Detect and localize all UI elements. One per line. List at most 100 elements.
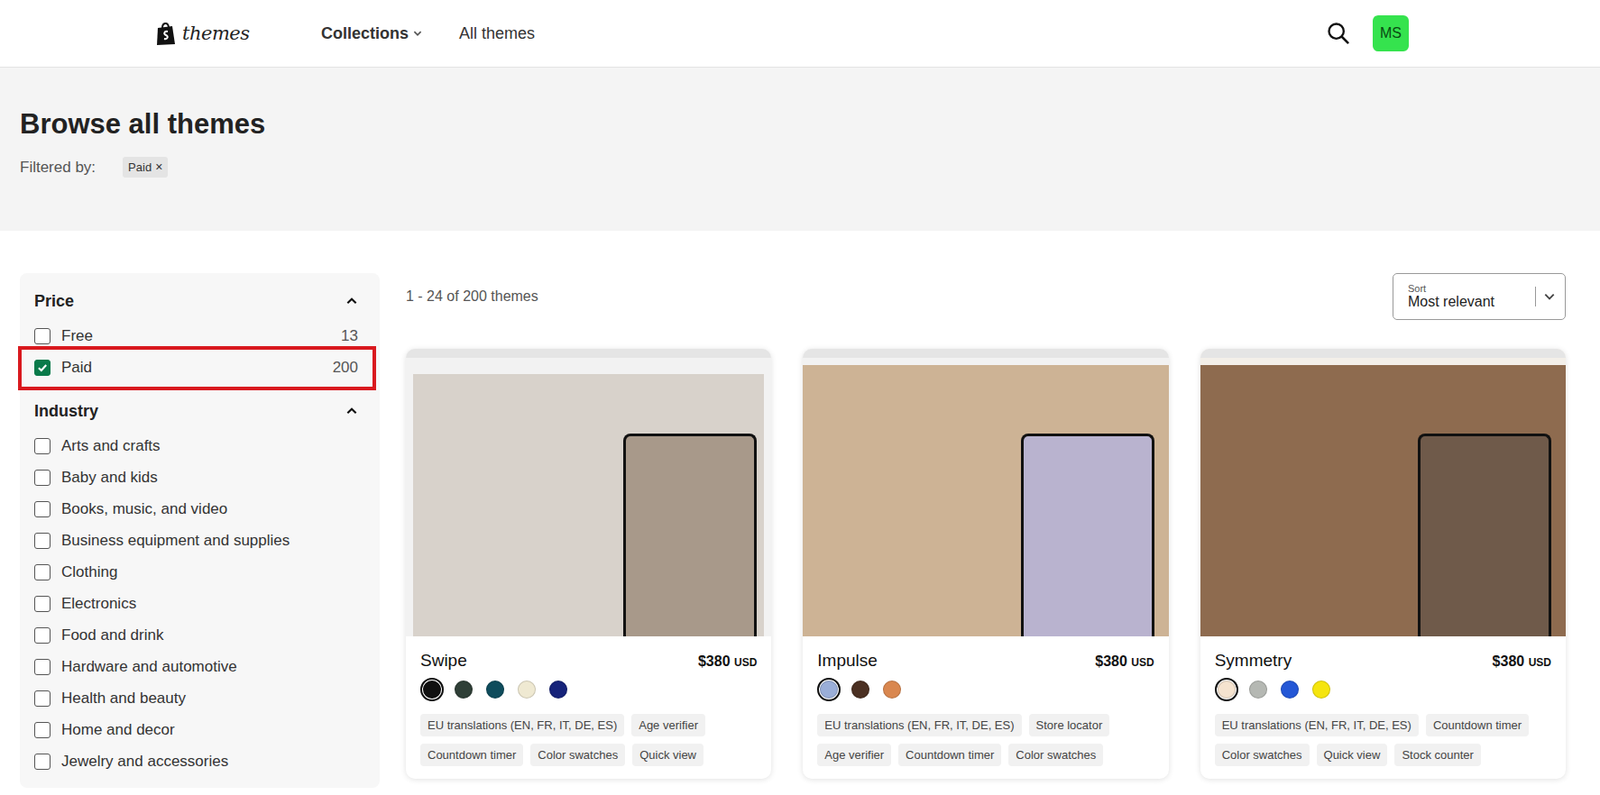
- checkbox[interactable]: [34, 722, 51, 739]
- filter-group-header[interactable]: Price: [34, 287, 366, 315]
- color-swatch[interactable]: [1309, 678, 1334, 702]
- filter-label: Filtered by:: [19, 158, 96, 177]
- nav-item[interactable]: All themes: [459, 24, 535, 44]
- color-swatch[interactable]: [420, 678, 444, 702]
- theme-name[interactable]: Swipe: [420, 651, 468, 672]
- theme-name[interactable]: Impulse: [817, 651, 878, 672]
- checkbox[interactable]: [34, 469, 51, 487]
- filter-option[interactable]: Jewelry and accessories: [34, 745, 366, 778]
- checkbox[interactable]: [34, 627, 51, 644]
- filter-option[interactable]: Health and beauty: [34, 682, 366, 715]
- content: Price Free13Paid200 Industry Arts and craft…: [0, 230, 1600, 789]
- checkbox[interactable]: [34, 754, 51, 771]
- top-bar: themes Collections All themes MS: [0, 0, 1600, 68]
- checkbox[interactable]: [34, 501, 51, 518]
- nav-item[interactable]: Collections: [321, 24, 423, 44]
- chevron-up-icon: [345, 404, 359, 418]
- chevron-down-icon: [1543, 290, 1556, 304]
- phone-preview: [623, 433, 757, 637]
- feature-tag: Age verifier: [817, 744, 892, 767]
- feature-tag: Color swatches: [530, 744, 626, 767]
- feature-tag: Countdown timer: [898, 744, 1002, 767]
- theme-price: $380 USD: [1492, 653, 1552, 671]
- checkbox[interactable]: [34, 533, 51, 550]
- active-filters: Filtered by: Paid×: [19, 156, 1581, 178]
- color-swatch[interactable]: [1214, 678, 1239, 702]
- chevron-up-icon: [345, 294, 359, 308]
- feature-tag: Store locator: [1029, 714, 1111, 737]
- feature-tag: Countdown timer: [1425, 714, 1529, 737]
- color-swatch[interactable]: [546, 678, 571, 702]
- hero: Browse all themes Filtered by: Paid×: [0, 67, 1600, 231]
- filter-option[interactable]: Paid200: [34, 351, 366, 384]
- check-icon: [36, 361, 49, 375]
- color-swatch[interactable]: [483, 678, 507, 702]
- theme-name[interactable]: Symmetry: [1214, 651, 1293, 672]
- remove-icon[interactable]: ×: [155, 160, 163, 175]
- feature-tag: Stock counter: [1394, 744, 1481, 767]
- theme-preview[interactable]: [1200, 349, 1566, 637]
- checkbox[interactable]: [34, 328, 51, 345]
- filter-group-header[interactable]: Industry: [34, 397, 366, 425]
- checkbox[interactable]: [34, 659, 51, 676]
- color-swatch[interactable]: [1246, 678, 1270, 702]
- color-swatch[interactable]: [848, 678, 873, 702]
- feature-tag: Countdown timer: [420, 744, 524, 767]
- color-swatch[interactable]: [514, 678, 539, 702]
- chevron-down-icon: [412, 27, 423, 39]
- option-count: 13: [340, 327, 366, 346]
- phone-preview: [1417, 433, 1552, 637]
- sort-dropdown[interactable]: SortMost relevant: [1392, 273, 1566, 321]
- theme-preview[interactable]: [405, 349, 772, 637]
- filter-option[interactable]: Clothing: [34, 556, 366, 589]
- filter-group: Price Free13Paid200: [34, 287, 366, 395]
- logo-text: themes: [182, 22, 250, 45]
- theme-preview[interactable]: [802, 349, 1168, 637]
- filter-option[interactable]: Hardware and automotive: [34, 651, 366, 683]
- filter-option[interactable]: Free13: [34, 320, 366, 352]
- avatar[interactable]: MS: [1372, 15, 1409, 52]
- search-icon[interactable]: [1325, 20, 1352, 46]
- theme-card[interactable]: Swipe $380 USD EU translations (EN, FR, IT…: [405, 349, 772, 780]
- filter-chip[interactable]: Paid×: [122, 156, 168, 178]
- color-swatch[interactable]: [451, 678, 476, 702]
- feature-tag: EU translations (EN, FR, IT, DE, ES): [817, 714, 1021, 737]
- filter-sidebar: Price Free13Paid200 Industry Arts and craft…: [19, 273, 380, 789]
- feature-tag: Quick view: [1316, 744, 1389, 767]
- theme-card[interactable]: Symmetry $380 USD EU translations (EN, FR,…: [1200, 349, 1566, 780]
- feature-tag: EU translations (EN, FR, IT, DE, ES): [420, 714, 625, 737]
- color-swatch[interactable]: [1278, 678, 1302, 702]
- phone-preview: [1020, 433, 1155, 637]
- filter-option[interactable]: Food and drink: [34, 619, 366, 652]
- checkbox[interactable]: [34, 690, 51, 708]
- shopify-bag-icon: [155, 20, 177, 46]
- page: themes Collections All themes MS Browse all …: [0, 0, 1600, 789]
- feature-tag: Color swatches: [1214, 744, 1310, 767]
- filter-option[interactable]: Books, music, and video: [34, 493, 366, 525]
- checkbox[interactable]: [34, 359, 51, 377]
- option-count: 200: [332, 358, 366, 378]
- color-swatch[interactable]: [880, 678, 904, 702]
- checkbox[interactable]: [34, 438, 51, 455]
- results-summary: 1 - 24 of 200 themes: [405, 288, 539, 305]
- checkbox[interactable]: [34, 596, 51, 613]
- page-title: Browse all themes: [19, 108, 1581, 141]
- theme-price: $380 USD: [1094, 653, 1154, 671]
- feature-tag: Quick view: [632, 744, 704, 767]
- feature-tag: EU translations (EN, FR, IT, DE, ES): [1214, 714, 1419, 737]
- color-swatch[interactable]: [817, 678, 841, 702]
- feature-tag: Color swatches: [1008, 744, 1104, 767]
- filter-option[interactable]: Business equipment and supplies: [34, 524, 366, 557]
- main-nav: Collections All themes: [321, 24, 535, 44]
- theme-price: $380 USD: [698, 653, 757, 671]
- filter-group: Industry Arts and craftsBaby and kidsBook…: [34, 397, 366, 789]
- theme-card[interactable]: Impulse $380 USD EU translations (EN, FR, …: [802, 349, 1168, 780]
- feature-tag: Age verifier: [631, 714, 706, 737]
- filter-option[interactable]: Home and decor: [34, 714, 366, 746]
- results: 1 - 24 of 200 themes SortMost relevant Swi…: [405, 273, 1566, 789]
- checkbox[interactable]: [34, 564, 51, 581]
- filter-option[interactable]: Arts and crafts: [34, 430, 366, 462]
- filter-option[interactable]: Electronics: [34, 588, 366, 620]
- logo[interactable]: themes: [155, 20, 322, 46]
- filter-option[interactable]: Baby and kids: [34, 461, 366, 494]
